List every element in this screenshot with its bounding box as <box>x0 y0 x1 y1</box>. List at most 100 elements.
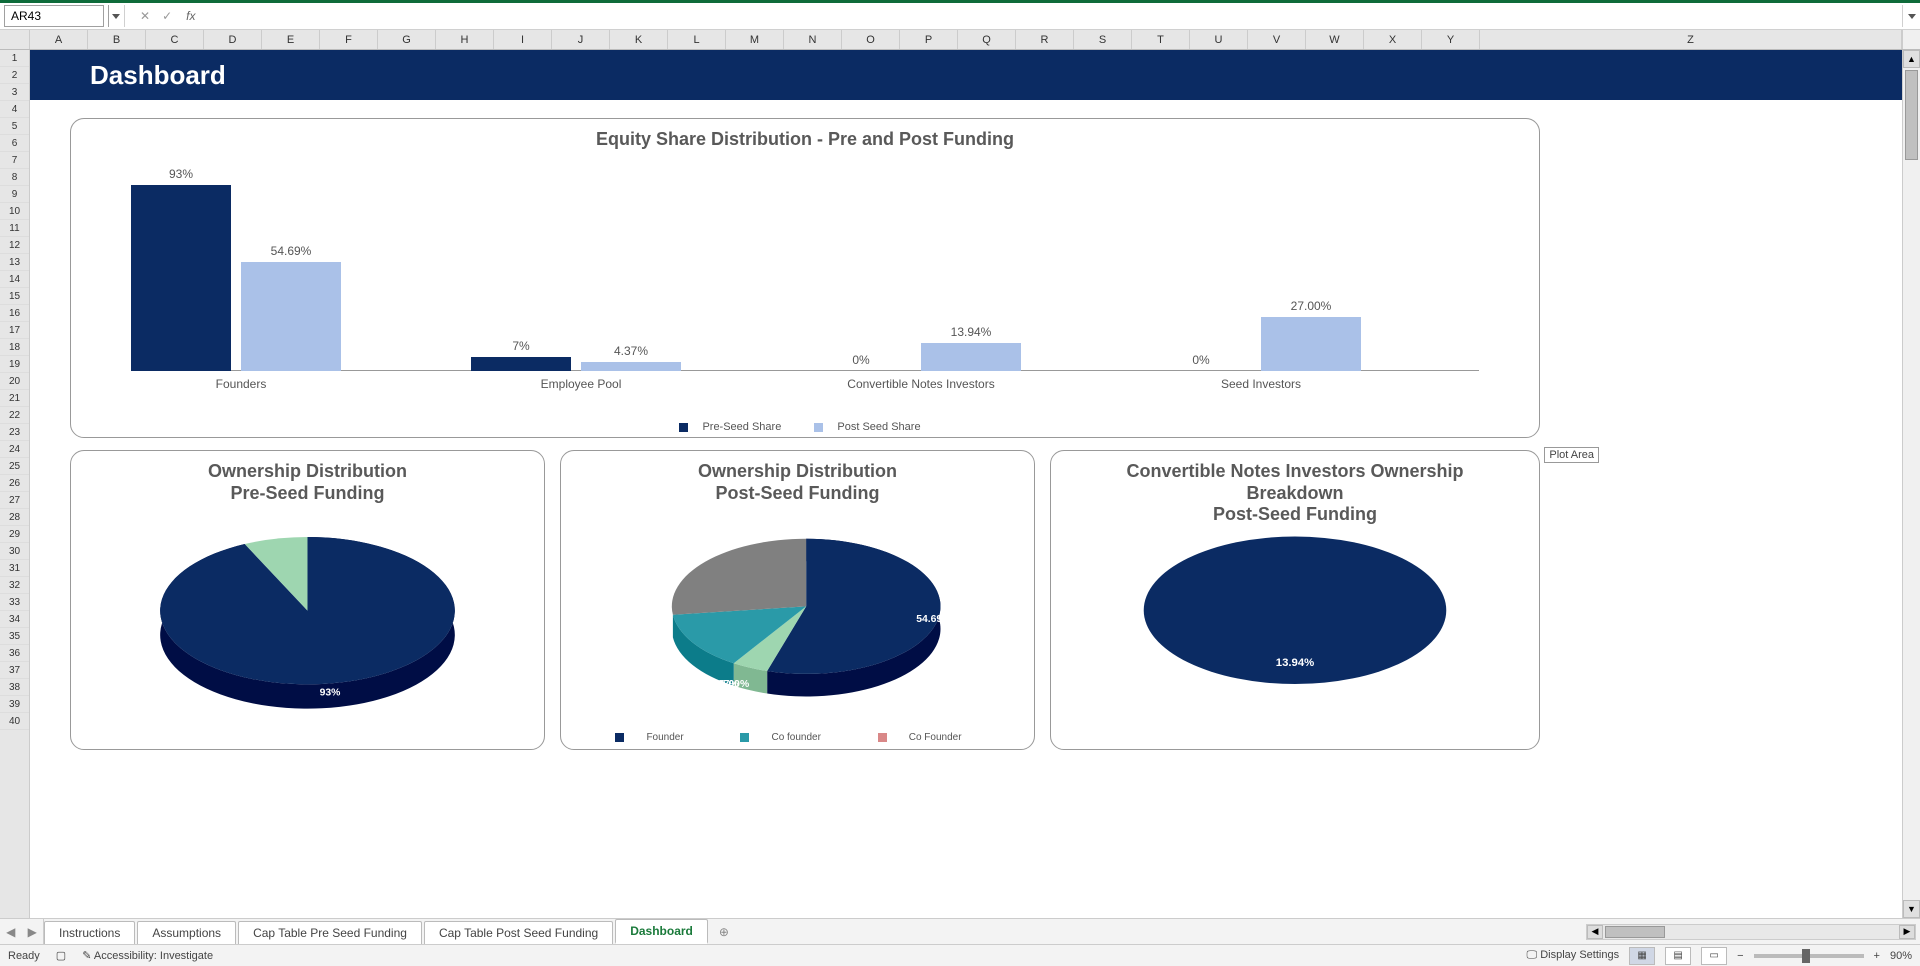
confirm-icon[interactable]: ✓ <box>162 9 172 23</box>
chart-ownership-pre[interactable]: Ownership DistributionPre-Seed Funding 9… <box>70 450 545 750</box>
column-header[interactable]: P <box>900 30 958 49</box>
select-all-corner[interactable] <box>0 30 30 49</box>
scroll-right-icon[interactable]: ▶ <box>1899 925 1915 939</box>
add-sheet-button[interactable]: ⊕ <box>710 919 738 944</box>
chart-cn-breakdown[interactable]: Convertible Notes Investors OwnershipBre… <box>1050 450 1540 750</box>
column-header[interactable]: V <box>1248 30 1306 49</box>
scroll-thumb[interactable] <box>1605 926 1665 938</box>
column-header[interactable]: Y <box>1422 30 1480 49</box>
column-header[interactable]: J <box>552 30 610 49</box>
column-header[interactable]: B <box>88 30 146 49</box>
row-header[interactable]: 16 <box>0 305 29 322</box>
formula-input[interactable] <box>201 5 1902 27</box>
name-box[interactable]: AR43 <box>4 5 104 27</box>
row-header[interactable]: 32 <box>0 577 29 594</box>
row-header[interactable]: 10 <box>0 203 29 220</box>
sheet-tab[interactable]: Dashboard <box>615 919 708 944</box>
scroll-thumb[interactable] <box>1905 70 1918 160</box>
row-header[interactable]: 22 <box>0 407 29 424</box>
row-header[interactable]: 1 <box>0 50 29 67</box>
scroll-up-icon[interactable]: ▲ <box>1903 50 1920 68</box>
column-header[interactable]: M <box>726 30 784 49</box>
row-header[interactable]: 40 <box>0 713 29 730</box>
row-header[interactable]: 3 <box>0 84 29 101</box>
column-header[interactable]: Z <box>1480 30 1902 49</box>
row-header[interactable]: 7 <box>0 152 29 169</box>
row-header[interactable]: 25 <box>0 458 29 475</box>
column-header[interactable]: T <box>1132 30 1190 49</box>
zoom-thumb[interactable] <box>1802 949 1810 963</box>
sheet-content[interactable]: Dashboard Equity Share Distribution - Pr… <box>30 50 1902 918</box>
sheet-tab[interactable]: Cap Table Post Seed Funding <box>424 921 613 944</box>
column-header[interactable]: W <box>1306 30 1364 49</box>
zoom-level[interactable]: 90% <box>1890 950 1912 962</box>
chart-equity-distribution[interactable]: Equity Share Distribution - Pre and Post… <box>70 118 1540 438</box>
display-settings[interactable]: 🖵 Display Settings <box>1527 949 1620 962</box>
row-header[interactable]: 12 <box>0 237 29 254</box>
column-header[interactable]: G <box>378 30 436 49</box>
column-header[interactable]: L <box>668 30 726 49</box>
column-header[interactable]: S <box>1074 30 1132 49</box>
row-header[interactable]: 30 <box>0 543 29 560</box>
row-header[interactable]: 20 <box>0 373 29 390</box>
column-header[interactable]: Q <box>958 30 1016 49</box>
sheet-tab[interactable]: Cap Table Pre Seed Funding <box>238 921 422 944</box>
tab-nav[interactable]: ◀ ▶ <box>0 919 44 944</box>
column-header[interactable]: C <box>146 30 204 49</box>
column-header[interactable]: O <box>842 30 900 49</box>
row-header[interactable]: 24 <box>0 441 29 458</box>
row-header[interactable]: 27 <box>0 492 29 509</box>
accessibility-status[interactable]: ✎ Accessibility: Investigate <box>82 949 213 962</box>
row-header[interactable]: 37 <box>0 662 29 679</box>
column-header[interactable]: X <box>1364 30 1422 49</box>
row-header[interactable]: 21 <box>0 390 29 407</box>
row-header[interactable]: 6 <box>0 135 29 152</box>
horizontal-scrollbar[interactable]: ◀ ▶ <box>738 919 1920 944</box>
row-header[interactable]: 11 <box>0 220 29 237</box>
row-header[interactable]: 34 <box>0 611 29 628</box>
row-header[interactable]: 31 <box>0 560 29 577</box>
row-header[interactable]: 15 <box>0 288 29 305</box>
column-header[interactable]: E <box>262 30 320 49</box>
row-header[interactable]: 39 <box>0 696 29 713</box>
column-header[interactable]: A <box>30 30 88 49</box>
name-box-dropdown[interactable] <box>108 5 122 27</box>
zoom-in-icon[interactable]: + <box>1874 950 1880 962</box>
row-header[interactable]: 19 <box>0 356 29 373</box>
row-header[interactable]: 35 <box>0 628 29 645</box>
column-header[interactable]: K <box>610 30 668 49</box>
row-header[interactable]: 5 <box>0 118 29 135</box>
row-header[interactable]: 26 <box>0 475 29 492</box>
row-header[interactable]: 18 <box>0 339 29 356</box>
sheet-tab[interactable]: Instructions <box>44 921 135 944</box>
column-header[interactable]: U <box>1190 30 1248 49</box>
sheet-tab[interactable]: Assumptions <box>137 921 236 944</box>
row-header[interactable]: 4 <box>0 101 29 118</box>
row-header[interactable]: 13 <box>0 254 29 271</box>
view-page-layout-icon[interactable]: ▤ <box>1665 947 1691 965</box>
tab-prev-icon[interactable]: ◀ <box>6 925 15 939</box>
vertical-scrollbar[interactable]: ▲ ▼ <box>1902 50 1920 918</box>
macro-record-icon[interactable]: ▢ <box>56 949 66 962</box>
column-header[interactable]: I <box>494 30 552 49</box>
row-header[interactable]: 2 <box>0 67 29 84</box>
row-header[interactable]: 14 <box>0 271 29 288</box>
formula-expand[interactable] <box>1902 5 1920 27</box>
view-page-break-icon[interactable]: ▭ <box>1701 947 1727 965</box>
row-header[interactable]: 29 <box>0 526 29 543</box>
row-header[interactable]: 36 <box>0 645 29 662</box>
column-header[interactable]: F <box>320 30 378 49</box>
tab-next-icon[interactable]: ▶ <box>28 925 37 939</box>
zoom-out-icon[interactable]: − <box>1737 950 1743 962</box>
column-header[interactable]: H <box>436 30 494 49</box>
scroll-left-icon[interactable]: ◀ <box>1587 925 1603 939</box>
row-header[interactable]: 8 <box>0 169 29 186</box>
column-header[interactable]: R <box>1016 30 1074 49</box>
row-header[interactable]: 38 <box>0 679 29 696</box>
column-header[interactable]: N <box>784 30 842 49</box>
cancel-icon[interactable]: ✕ <box>140 9 150 23</box>
row-header[interactable]: 28 <box>0 509 29 526</box>
zoom-slider[interactable] <box>1754 954 1864 958</box>
column-header[interactable]: D <box>204 30 262 49</box>
row-header[interactable]: 17 <box>0 322 29 339</box>
